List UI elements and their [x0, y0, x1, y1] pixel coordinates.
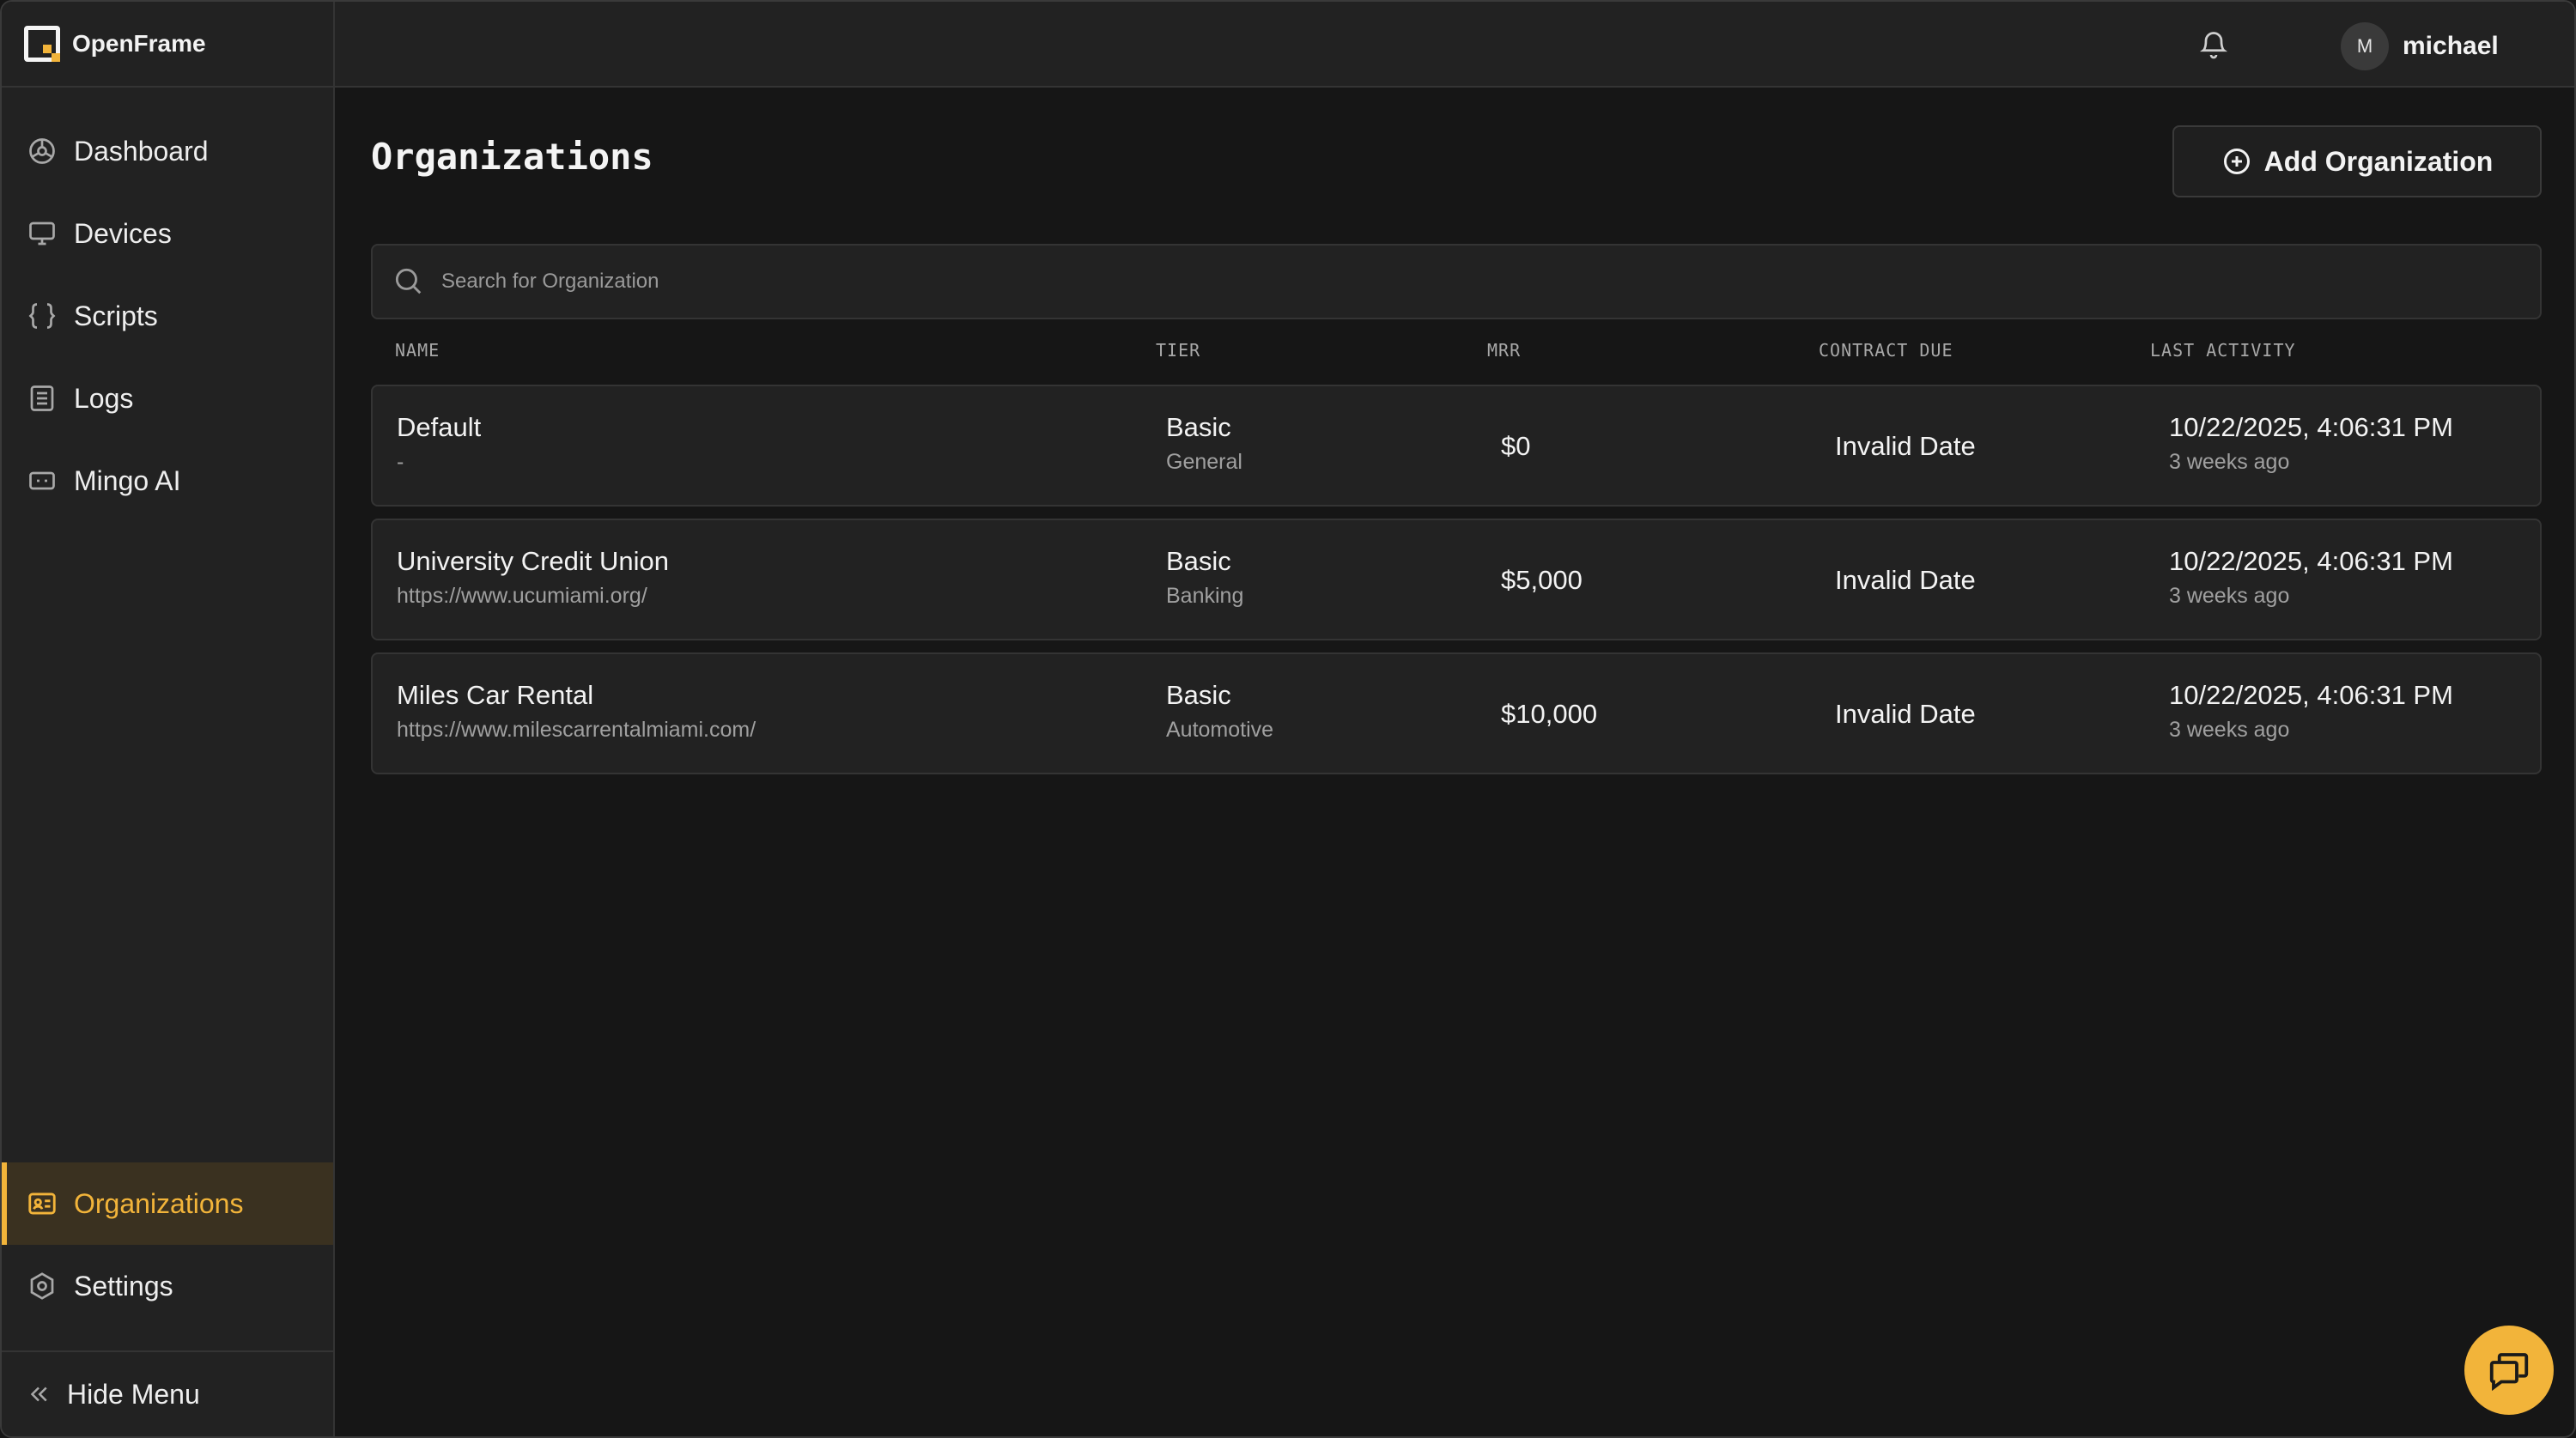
plus-circle-icon	[2221, 146, 2252, 177]
monitor-icon	[26, 217, 58, 250]
sidebar-item-devices[interactable]: Devices	[2, 192, 333, 275]
bell-icon[interactable]	[2198, 29, 2229, 60]
org-contract-due: Invalid Date	[1835, 699, 1976, 729]
org-name: Default	[397, 412, 482, 442]
org-mrr: $10,000	[1501, 699, 1598, 729]
table-row[interactable]: Default - Basic General $0 Invalid Date …	[371, 385, 2542, 507]
org-last-activity-relative: 3 weeks ago	[2169, 450, 2290, 474]
chat-button[interactable]	[2464, 1326, 2554, 1415]
org-tier: Basic	[1166, 546, 1231, 576]
username: michael	[2403, 32, 2499, 60]
org-url: https://www.milescarrentalmiami.com/	[397, 718, 756, 742]
sidebar-item-logs[interactable]: Logs	[2, 357, 333, 440]
org-last-activity: 10/22/2025, 4:06:31 PM	[2169, 680, 2453, 710]
org-last-activity-relative: 3 weeks ago	[2169, 718, 2290, 742]
sidebar: OpenFrame Dashboard Devices Scripts Logs…	[2, 2, 335, 1436]
hide-menu-label: Hide Menu	[67, 1378, 200, 1410]
add-organization-label: Add Organization	[2263, 145, 2494, 177]
column-header-mrr[interactable]: MRR	[1487, 340, 1521, 361]
sidebar-item-dashboard[interactable]: Dashboard	[2, 110, 333, 192]
org-last-activity-relative: 3 weeks ago	[2169, 584, 2290, 608]
id-card-icon	[26, 1187, 58, 1220]
search-icon	[392, 264, 426, 299]
sidebar-item-label: Logs	[74, 382, 134, 414]
search-input[interactable]	[440, 269, 2415, 294]
sidebar-nav: Dashboard Devices Scripts Logs Mingo AI	[2, 88, 333, 522]
openframe-logo-icon	[24, 26, 60, 62]
org-name: Miles Car Rental	[397, 680, 594, 710]
org-last-activity: 10/22/2025, 4:06:31 PM	[2169, 546, 2453, 576]
org-contract-due: Invalid Date	[1835, 565, 1976, 595]
sidebar-item-settings[interactable]: Settings	[2, 1245, 333, 1327]
org-tier: Basic	[1166, 412, 1231, 442]
org-tier: Basic	[1166, 680, 1231, 710]
sidebar-item-label: Scripts	[74, 300, 158, 331]
ai-icon	[26, 464, 58, 497]
org-url: https://www.ucumiami.org/	[397, 584, 647, 608]
org-industry: General	[1166, 450, 1242, 474]
org-contract-due: Invalid Date	[1835, 431, 1976, 461]
column-header-tier[interactable]: TIER	[1156, 340, 1200, 361]
org-mrr: $5,000	[1501, 565, 1583, 595]
dashboard-icon	[26, 135, 58, 167]
page-title: Organizations	[371, 136, 653, 178]
search-bar	[371, 244, 2542, 319]
logs-icon	[26, 382, 58, 415]
sidebar-item-organizations[interactable]: Organizations	[2, 1162, 333, 1245]
chat-icon	[2486, 1347, 2532, 1393]
org-url: -	[397, 450, 404, 474]
table-row[interactable]: University Credit Union https://www.ucum…	[371, 519, 2542, 640]
table-row[interactable]: Miles Car Rental https://www.milescarren…	[371, 652, 2542, 774]
add-organization-button[interactable]: Add Organization	[2172, 125, 2542, 197]
avatar: M	[2341, 22, 2389, 70]
sidebar-item-label: Settings	[74, 1270, 173, 1301]
sidebar-item-scripts[interactable]: Scripts	[2, 275, 333, 357]
chevrons-left-icon	[26, 1381, 53, 1407]
column-header-contract-due[interactable]: CONTRACT DUE	[1819, 340, 1953, 361]
column-header-last-activity[interactable]: LAST ACTIVITY	[2150, 340, 2296, 361]
org-mrr: $0	[1501, 431, 1531, 461]
org-name: University Credit Union	[397, 546, 669, 576]
brand[interactable]: OpenFrame	[2, 2, 333, 88]
sidebar-item-label: Devices	[74, 217, 172, 249]
app-window: OpenFrame Dashboard Devices Scripts Logs…	[0, 0, 2576, 1438]
org-last-activity: 10/22/2025, 4:06:31 PM	[2169, 412, 2453, 442]
sidebar-item-mingo-ai[interactable]: Mingo AI	[2, 440, 333, 522]
brand-name: OpenFrame	[72, 30, 206, 57]
sidebar-item-label: Dashboard	[74, 135, 209, 167]
org-industry: Automotive	[1166, 718, 1274, 742]
org-industry: Banking	[1166, 584, 1244, 608]
column-header-name[interactable]: NAME	[395, 340, 440, 361]
gear-icon	[26, 1270, 58, 1302]
hide-menu-button[interactable]: Hide Menu	[2, 1350, 333, 1436]
braces-icon	[26, 300, 58, 332]
top-bar	[335, 2, 2574, 88]
sidebar-item-label: Mingo AI	[74, 464, 181, 496]
sidebar-item-label: Organizations	[74, 1187, 244, 1219]
sidebar-bottom-nav: Organizations Settings	[2, 1162, 333, 1327]
user-menu[interactable]: M michael	[2341, 22, 2499, 70]
